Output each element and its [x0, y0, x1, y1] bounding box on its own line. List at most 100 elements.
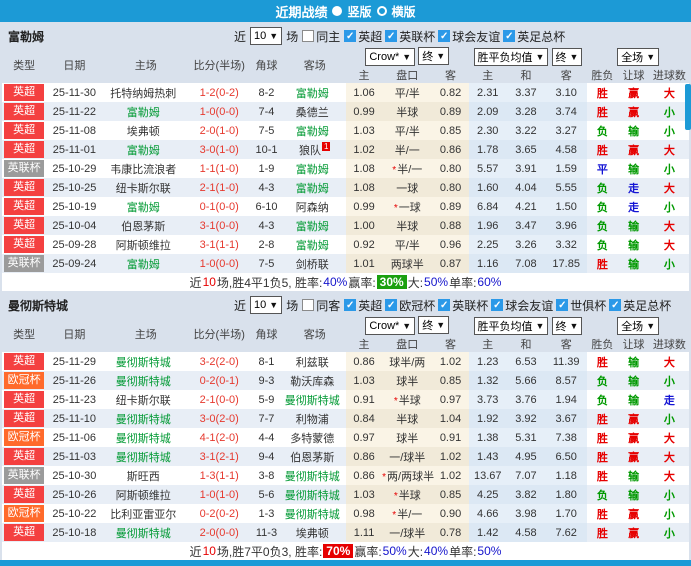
col-let: 让球	[622, 339, 645, 351]
match-date: 25-10-26	[52, 488, 97, 501]
league-filter-checkbox[interactable]: ✓ 英足总杯	[503, 28, 565, 45]
handicap-outcome: 输	[628, 356, 640, 369]
scope-select[interactable]: 全场 ▼	[617, 47, 660, 66]
same-venue-checkbox[interactable]: 同主	[302, 28, 340, 45]
home-team[interactable]: 曼彻斯特城	[103, 371, 189, 390]
away-team[interactable]: 富勒姆	[284, 121, 346, 140]
league-badge: 欧冠杯	[2, 504, 46, 523]
odds-source-select[interactable]: Crow* ▼	[365, 48, 416, 66]
home-team[interactable]: 伯恩茅斯	[103, 216, 189, 235]
vertical-layout-radio[interactable]	[332, 6, 343, 16]
home-team[interactable]: 斯旺西	[103, 466, 189, 485]
handicap-line: *半/一	[382, 159, 433, 178]
goals-outcome: 大	[663, 451, 675, 464]
match-score: 1-0(0-0)	[199, 105, 239, 118]
summary-segment: 近	[189, 275, 202, 290]
away-team[interactable]: 利物浦	[284, 409, 346, 428]
goals-outcome: 大	[663, 220, 675, 233]
home-team[interactable]: 韦康比流浪者	[103, 159, 189, 178]
home-team[interactable]: 阿斯顿维拉	[103, 235, 189, 254]
games-label: 场	[286, 298, 299, 313]
away-team[interactable]: 曼彻斯特城	[284, 504, 346, 523]
home-team[interactable]: 埃弗顿	[103, 121, 189, 140]
home-team[interactable]: 富勒姆	[103, 140, 189, 159]
away-team[interactable]: 埃弗顿	[284, 523, 346, 542]
home-team[interactable]: 曼彻斯特城	[103, 447, 189, 466]
horizontal-layout-radio[interactable]	[376, 6, 387, 16]
summary-segment: 场,胜7平0负3, 胜率:	[216, 544, 323, 559]
away-team[interactable]: 伯恩茅斯	[284, 447, 346, 466]
avg-time-select[interactable]: 终 ▼	[551, 47, 583, 66]
league-filter-checkbox[interactable]: ✓ 英超	[344, 297, 382, 314]
away-team[interactable]: 利兹联	[284, 352, 346, 371]
draw-odds: 4.21	[506, 197, 546, 216]
handicap-line: *两/两球半	[382, 466, 434, 485]
home-team[interactable]: 曼彻斯特城	[103, 352, 189, 371]
away-team[interactable]: 富勒姆	[284, 178, 346, 197]
home-team[interactable]: 富勒姆	[103, 197, 189, 216]
table-row: 欧冠杯 25-11-06 曼彻斯特城 4-1(2-0) 4-4 多特蒙德 0.9…	[2, 428, 689, 447]
corner-score: 9-3	[258, 374, 275, 387]
match-score: 1-0(1-0)	[199, 488, 239, 501]
home-team[interactable]: 富勒姆	[103, 102, 189, 121]
home-team[interactable]: 曼彻斯特城	[103, 409, 189, 428]
horizontal-layout-label[interactable]: 横版	[392, 3, 416, 20]
away-team[interactable]: 狼队 1	[284, 140, 346, 159]
home-team[interactable]: 纽卡斯尔联	[103, 390, 189, 409]
vertical-scrollbar-thumb[interactable]	[685, 84, 691, 130]
home-team[interactable]: 比利亚雷亚尔	[103, 504, 189, 523]
home-team[interactable]: 阿斯顿维拉	[103, 485, 189, 504]
vertical-layout-label[interactable]: 竖版	[347, 3, 371, 20]
odds-time-select[interactable]: 终 ▼	[418, 47, 450, 65]
away-team[interactable]: 剑桥联	[284, 254, 346, 273]
handicap-outcome: 赢	[628, 413, 640, 426]
match-history-table: 类型 日期 主场 比分(半场) 角球 客场 Crow* ▼ 终 ▼ 胜平负均值 ▼ 终…	[2, 46, 689, 273]
match-date: 25-11-06	[52, 431, 97, 444]
away-team[interactable]: 曼彻斯特城	[284, 466, 346, 485]
league-filter-checkbox[interactable]: ✓ 英足总杯	[609, 297, 671, 314]
handicap-outcome: 赢	[628, 432, 640, 445]
avg-odds-select[interactable]: 胜平负均值 ▼	[473, 316, 549, 335]
away-team[interactable]: 勒沃库森	[284, 371, 346, 390]
odds-source-select[interactable]: Crow* ▼	[365, 317, 416, 335]
recent-count-select[interactable]: 10 ▼	[250, 27, 283, 45]
handicap-outcome: 赢	[628, 451, 640, 464]
same-venue-checkbox[interactable]: 同客	[302, 297, 340, 314]
league-filter-checkbox[interactable]: ✓ 球会友谊	[491, 297, 553, 314]
chevron-down-icon: ▼	[402, 52, 412, 62]
home-team[interactable]: 曼彻斯特城	[103, 523, 189, 542]
home-team[interactable]: 富勒姆	[103, 254, 189, 273]
lose-odds: 17.85	[545, 254, 588, 273]
col-lose: 客	[560, 339, 572, 351]
league-filter-checkbox[interactable]: ✓ 英超	[344, 28, 382, 45]
avg-odds-select[interactable]: 胜平负均值 ▼	[473, 47, 549, 66]
recent-count-select[interactable]: 10 ▼	[250, 296, 283, 314]
league-filter-checkbox[interactable]: ✓ 欧冠杯	[385, 297, 435, 314]
home-team[interactable]: 曼彻斯特城	[103, 428, 189, 447]
away-team[interactable]: 阿森纳	[284, 197, 346, 216]
away-handicap-odds: 0.80	[432, 178, 469, 197]
away-handicap-odds: 1.02	[432, 352, 469, 371]
away-team[interactable]: 富勒姆	[284, 235, 346, 254]
away-team[interactable]: 富勒姆	[284, 216, 346, 235]
handicap-outcome: 输	[628, 470, 640, 483]
home-handicap-odds: 1.03	[345, 121, 383, 140]
away-team[interactable]: 多特蒙德	[284, 428, 346, 447]
league-filter-checkbox[interactable]: ✓ 球会友谊	[438, 28, 500, 45]
home-team[interactable]: 托特纳姆热刺	[103, 83, 189, 102]
away-team[interactable]: 曼彻斯特城	[284, 485, 346, 504]
away-team[interactable]: 桑德兰	[284, 102, 346, 121]
league-filter-checkbox[interactable]: ✓ 英联杯	[385, 28, 435, 45]
avg-time-select[interactable]: 终 ▼	[551, 316, 583, 335]
home-team[interactable]: 纽卡斯尔联	[103, 178, 189, 197]
handicap-outcome: 输	[628, 375, 640, 388]
league-filter-checkbox[interactable]: ✓ 英联杯	[438, 297, 488, 314]
away-team[interactable]: 富勒姆	[284, 159, 346, 178]
horizontal-scrollbar[interactable]	[0, 560, 691, 566]
league-filter-checkbox[interactable]: ✓ 世俱杯	[556, 297, 606, 314]
scope-select[interactable]: 全场 ▼	[617, 316, 660, 335]
odds-time-select[interactable]: 终 ▼	[418, 316, 450, 334]
away-team[interactable]: 曼彻斯特城	[284, 390, 346, 409]
match-score: 3-2(2-0)	[199, 355, 239, 368]
away-team[interactable]: 富勒姆	[284, 83, 346, 102]
